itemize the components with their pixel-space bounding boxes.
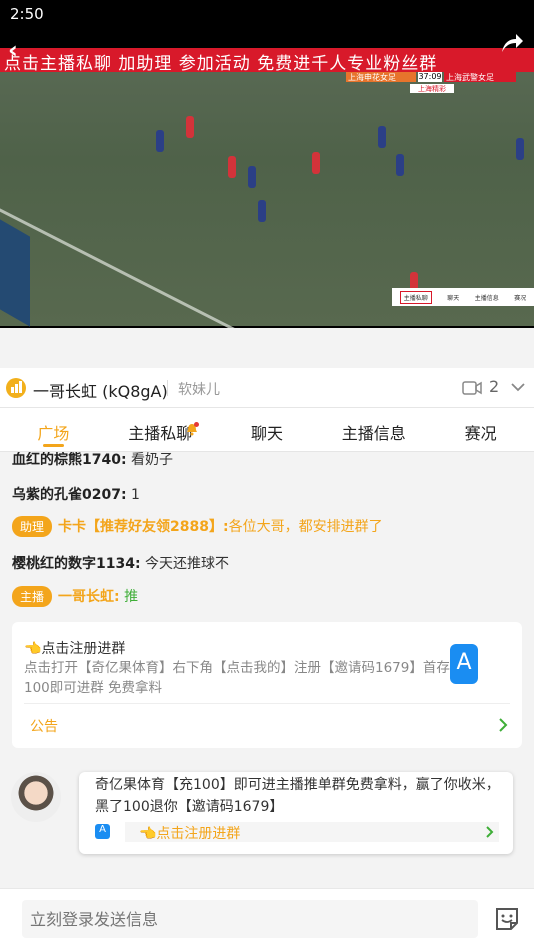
tab-anchor-info[interactable]: 主播信息 [320,408,427,451]
bubble-text: 奇亿果体育【充100】即可进主播推单群免费拿料，赢了你收米， 黑了100退你【邀… [95,777,500,815]
message-input[interactable] [22,900,478,938]
match-time: 37:09 [418,72,442,82]
tab-bar: 广场 主播私聊 聊天 主播信息 赛况 [0,408,534,452]
viewer-count: 2 [489,377,500,396]
chat-message: 血红的棕熊1740: 看奶子 [12,452,174,468]
home-team: 上海申花女足 [346,72,416,82]
register-card[interactable]: 👈点击注册进群 点击打开【奇亿果体育】右下角【点击我的】注册【邀请码1679】首… [12,622,522,748]
card-title: 👈点击注册进群 [24,641,126,657]
chevron-down-icon[interactable] [510,380,526,394]
tab-square[interactable]: 广场 [0,408,107,451]
emoji-icon[interactable] [493,905,521,933]
register-link[interactable]: 👈点击注册进群 [139,823,240,843]
video-player[interactable]: 点击主播私聊 加助理 参加活动 免费进千人专业粉丝群 上海申花女足 37:09 … [0,28,534,328]
chevron-right-icon[interactable] [485,825,494,839]
assistant-badge: 助理 [12,516,53,537]
notice-link[interactable]: 公告 [30,716,58,736]
video-mini-tabs: 主播私聊 聊天 主播信息 赛况 [392,288,534,306]
scoreboard: 上海申花女足 37:09 上海武警女足 上海精彩 [346,72,516,96]
chat-list[interactable]: 血红的棕熊1740: 看奶子 乌紫的孔雀0207: 1 助理 卡卡【推荐好友领28… [0,452,534,888]
share-icon[interactable] [500,32,524,54]
chat-message: 樱桃红的数字1134: 今天还推球不 [12,556,230,572]
status-time: 2:50 [10,5,44,23]
tab-match-status[interactable]: 赛况 [427,408,534,451]
anchor-badge: 主播 [12,586,53,607]
tab-chat[interactable]: 聊天 [214,408,321,451]
chat-message: 主播 一哥长虹: 推 [12,586,138,607]
away-team: 上海武警女足 [444,72,516,82]
status-bar: 2:50 [0,0,534,28]
back-icon[interactable]: ‹ [8,36,18,64]
app-store-icon: A [95,824,110,839]
chat-message: 乌紫的孔雀0207: 1 [12,487,140,503]
anchor-level-icon [6,378,26,398]
broadcaster-logo: 上海精彩 [410,84,454,93]
video-camera-icon [462,381,482,395]
anchor-tag: 软妹儿 [178,382,220,398]
bell-icon [186,422,199,436]
chevron-right-icon[interactable] [498,717,508,733]
card-body: 点击打开【奇亿果体育】右下角【点击我的】注册【邀请码1679】首存100即可进群… [24,660,450,696]
anchor-name: 一哥长虹 (kQ8gA) [33,382,168,401]
avatar[interactable] [11,772,61,822]
chat-message: 助理 卡卡【推荐好友领2888】:各位大哥，都安排进群了 [12,516,383,537]
anchor-info-bar: 一哥长虹 (kQ8gA) 软妹儿 2 [0,368,534,408]
promo-message-bubble[interactable]: 奇亿果体育【充100】即可进主播推单群免费拿料，赢了你收米， 黑了100退你【邀… [79,772,513,854]
app-store-icon[interactable]: A [450,644,478,684]
tab-anchor-private-chat[interactable]: 主播私聊 [107,408,214,451]
video-ad-banner: 点击主播私聊 加助理 参加活动 免费进千人专业粉丝群 [0,48,534,74]
footer-bar [0,888,534,949]
